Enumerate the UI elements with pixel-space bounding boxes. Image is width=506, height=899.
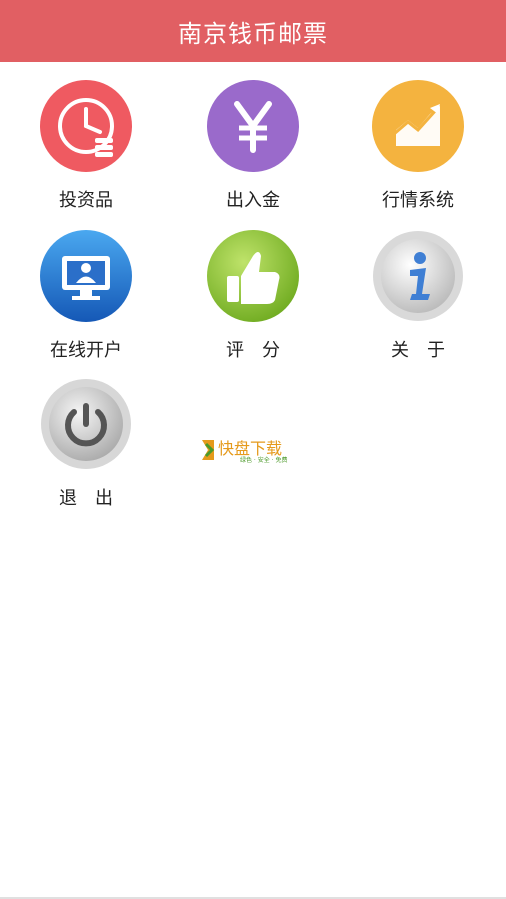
menu-item-exit[interactable]: 退 出 bbox=[16, 378, 156, 518]
watermark-logo: 快盘下载 绿色 · 安全 · 免费 bbox=[202, 436, 302, 464]
monitor-user-icon bbox=[40, 230, 132, 322]
clock-icon bbox=[40, 80, 132, 172]
menu-label-investment: 投资品 bbox=[59, 190, 113, 211]
info-icon bbox=[372, 230, 464, 322]
menu-label-exit: 退 出 bbox=[59, 488, 113, 509]
menu-item-rate[interactable]: 评 分 bbox=[183, 230, 323, 370]
watermark-subtext: 绿色 · 安全 · 免费 bbox=[240, 456, 287, 464]
menu-label-open-account: 在线开户 bbox=[50, 340, 122, 361]
yen-icon bbox=[207, 80, 299, 172]
menu-label-rate: 评 分 bbox=[226, 340, 280, 361]
menu-label-funds: 出入金 bbox=[226, 190, 280, 211]
menu-label-market: 行情系统 bbox=[382, 190, 454, 211]
menu-item-open-account[interactable]: 在线开户 bbox=[16, 230, 156, 370]
menu-item-about[interactable]: 关 于 bbox=[348, 230, 488, 370]
chart-icon bbox=[372, 80, 464, 172]
page-title: 南京钱币邮票 bbox=[178, 19, 328, 48]
menu-item-market[interactable]: 行情系统 bbox=[348, 80, 488, 220]
thumbs-up-icon bbox=[207, 230, 299, 322]
watermark-text: 快盘下载 bbox=[218, 439, 282, 458]
power-icon bbox=[40, 378, 132, 470]
menu-item-investment[interactable]: 投资品 bbox=[16, 80, 156, 220]
app-header: 南京钱币邮票 bbox=[0, 0, 506, 62]
menu-label-about: 关 于 bbox=[391, 340, 445, 361]
menu-item-funds[interactable]: 出入金 bbox=[183, 80, 323, 220]
